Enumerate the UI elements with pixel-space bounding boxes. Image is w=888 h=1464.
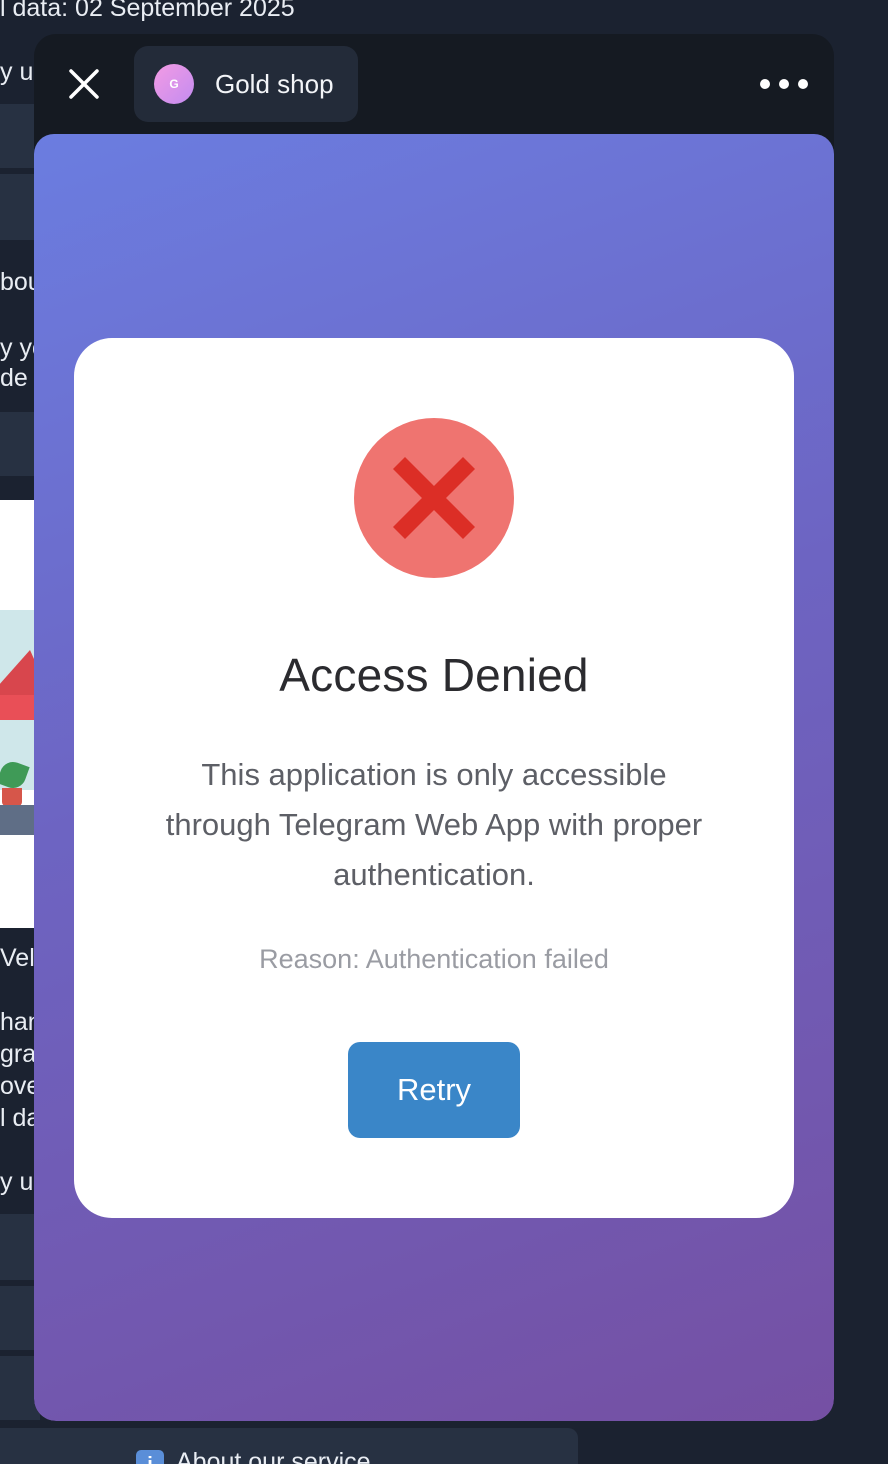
mini-app-window: G Gold shop Access Denied This applicati…: [34, 34, 834, 1421]
message-fragment: de: [0, 364, 28, 392]
error-title: Access Denied: [279, 649, 589, 701]
close-icon: [69, 69, 99, 99]
error-message: This application is only accessible thro…: [165, 757, 703, 892]
error-reason: Reason: Authentication failed: [259, 944, 609, 974]
bot-avatar: G: [154, 64, 194, 104]
mini-app-header: G Gold shop: [34, 34, 834, 134]
bot-name: Gold shop: [215, 68, 334, 99]
access-denied-card: Access Denied This application is only a…: [74, 338, 794, 1218]
about-service-button[interactable]: i About our service: [0, 1428, 578, 1464]
close-button[interactable]: [58, 58, 110, 110]
about-service-label: About our service: [176, 1448, 371, 1464]
info-icon: i: [136, 1450, 164, 1464]
message-date-line: l data: 02 September 2025: [0, 0, 295, 22]
more-horizontal-icon: [760, 79, 770, 89]
bot-title-chip[interactable]: G Gold shop: [134, 46, 358, 122]
more-menu-button[interactable]: [760, 70, 808, 98]
retry-button[interactable]: Retry: [348, 1042, 520, 1138]
error-x-icon: [354, 418, 514, 578]
mini-app-content: Access Denied This application is only a…: [34, 134, 834, 1421]
